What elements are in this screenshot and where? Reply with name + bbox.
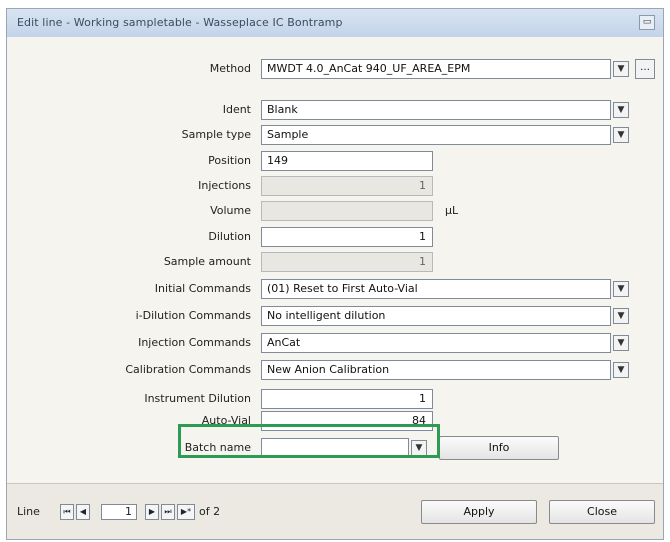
- initial-commands-label: Initial Commands: [154, 282, 251, 295]
- initial-commands-select[interactable]: (01) Reset to First Auto-Vial: [261, 279, 611, 299]
- instrument-dilution-label: Instrument Dilution: [144, 392, 251, 405]
- line-number-input[interactable]: 1: [101, 504, 137, 520]
- sample-amount-input: 1: [261, 252, 433, 272]
- position-label: Position: [208, 154, 251, 167]
- sample-amount-label: Sample amount: [163, 255, 251, 268]
- volume-input: [261, 201, 433, 221]
- close-button[interactable]: Close: [549, 500, 655, 524]
- title-bar: Edit line - Working sampletable - Wassep…: [7, 9, 663, 38]
- calibration-commands-select[interactable]: New Anion Calibration: [261, 360, 611, 380]
- ident-dropdown-arrow-icon[interactable]: ▼: [613, 102, 629, 118]
- line-count-label: of 2: [199, 505, 221, 518]
- edit-line-dialog: Edit line - Working sampletable - Wassep…: [6, 8, 664, 540]
- injection-commands-dropdown-arrow-icon[interactable]: ▼: [613, 335, 629, 351]
- position-input[interactable]: 149: [261, 151, 433, 171]
- initial-commands-dropdown-arrow-icon[interactable]: ▼: [613, 281, 629, 297]
- dilution-input[interactable]: 1: [261, 227, 433, 247]
- idilution-commands-dropdown-arrow-icon[interactable]: ▼: [613, 308, 629, 324]
- ident-select[interactable]: Blank: [261, 100, 611, 120]
- window-restore-button[interactable]: ▭: [639, 15, 655, 30]
- injections-input: 1: [261, 176, 433, 196]
- injection-commands-label: Injection Commands: [138, 336, 251, 349]
- next-record-icon[interactable]: ▶: [145, 504, 159, 520]
- auto-vial-highlight-box: [178, 424, 440, 458]
- instrument-dilution-input[interactable]: 1: [261, 389, 433, 409]
- info-button[interactable]: Info: [439, 436, 559, 460]
- method-dropdown-arrow-icon[interactable]: ▼: [613, 61, 629, 77]
- idilution-commands-select[interactable]: No intelligent dilution: [261, 306, 611, 326]
- ident-label: Ident: [222, 103, 251, 116]
- background-strip: [0, 0, 670, 6]
- previous-record-icon[interactable]: ◀: [76, 504, 90, 520]
- method-label: Method: [209, 62, 251, 75]
- apply-button[interactable]: Apply: [421, 500, 537, 524]
- calibration-commands-label: Calibration Commands: [125, 363, 251, 376]
- method-select[interactable]: MWDT 4.0_AnCat 940_UF_AREA_EPM: [261, 59, 611, 79]
- last-record-icon[interactable]: ⏭: [161, 504, 175, 520]
- injections-label: Injections: [198, 179, 251, 192]
- first-record-icon[interactable]: ⏮: [60, 504, 74, 520]
- injection-commands-select[interactable]: AnCat: [261, 333, 611, 353]
- window-title: Edit line - Working sampletable - Wassep…: [17, 16, 343, 29]
- line-label: Line: [17, 505, 40, 518]
- dilution-label: Dilution: [208, 230, 251, 243]
- volume-label: Volume: [210, 204, 251, 217]
- line-form: Method MWDT 4.0_AnCat 940_UF_AREA_EPM ▼ …: [7, 37, 663, 483]
- idilution-commands-label: i-Dilution Commands: [135, 309, 251, 322]
- navigation-footer: Line ⏮ ◀ 1 ▶ ⏭ ▶* of 2 Apply Close: [7, 483, 663, 539]
- volume-unit: µL: [445, 204, 459, 217]
- sample-type-label: Sample type: [181, 128, 251, 141]
- method-browse-button[interactable]: …: [635, 59, 655, 79]
- new-record-icon[interactable]: ▶*: [177, 504, 195, 520]
- sample-type-select[interactable]: Sample: [261, 125, 611, 145]
- sample-type-dropdown-arrow-icon[interactable]: ▼: [613, 127, 629, 143]
- calibration-commands-dropdown-arrow-icon[interactable]: ▼: [613, 362, 629, 378]
